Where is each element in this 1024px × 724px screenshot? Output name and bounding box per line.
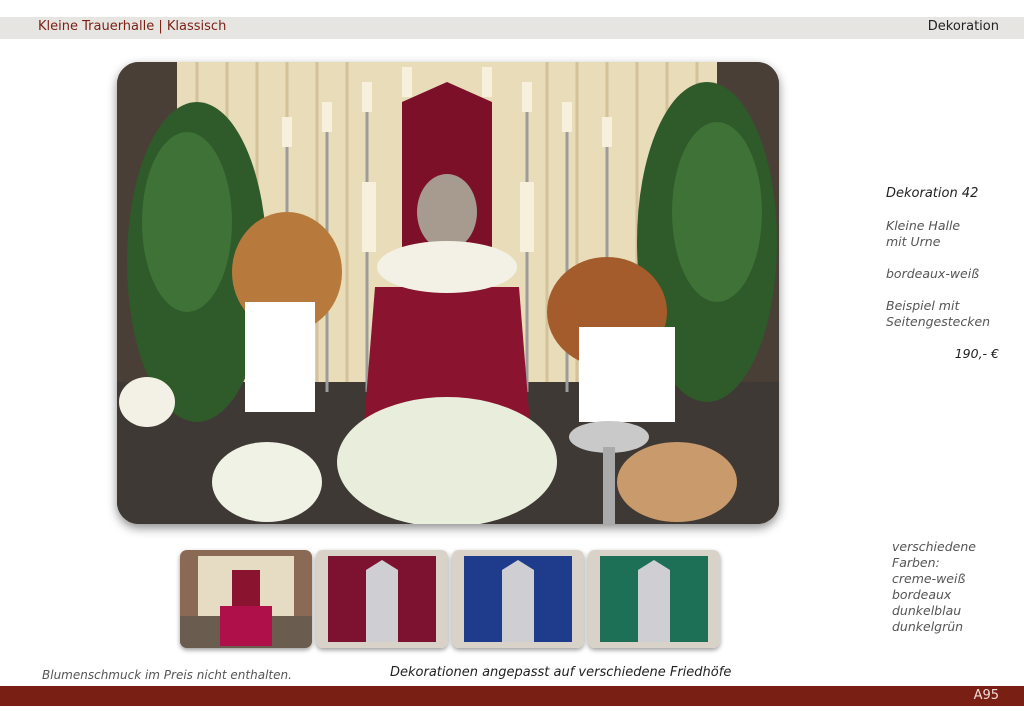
thumbnail-bordeaux[interactable] (316, 550, 448, 648)
footer-bar: A95 (0, 686, 1024, 706)
header-title: Kleine Trauerhalle | Klassisch (38, 19, 227, 34)
product-hall: Kleine Halle mit Urne (886, 218, 961, 249)
adaptation-note: Dekorationen angepasst auf verschiedene … (390, 665, 732, 680)
product-example: Beispiel mit Seitengestecken (886, 298, 991, 329)
flower-note: Blumenschmuck im Preis nicht enthalten. (42, 668, 292, 682)
product-color: bordeaux-weiß (886, 266, 980, 281)
color-variants-text: verschiedene Farben: creme-weiß bordeaux… (892, 539, 1012, 635)
page-number: A95 (973, 688, 999, 703)
thumbnail-dunkelblau[interactable] (452, 550, 584, 648)
thumbnail-creme[interactable] (180, 550, 312, 648)
product-price: 190,- € (954, 346, 999, 361)
color-variants-label: verschiedene Farben: creme-weiß bordeaux… (892, 539, 976, 634)
main-photo (117, 62, 779, 524)
header-bar: Kleine Trauerhalle | Klassisch Dekoratio… (0, 17, 1024, 39)
product-info: Dekoration 42 Kleine Halle mit Urne bord… (886, 186, 1011, 362)
thumbnail-dunkelgruen[interactable] (588, 550, 720, 648)
product-title: Dekoration 42 (886, 186, 979, 201)
header-section: Dekoration (927, 19, 999, 34)
